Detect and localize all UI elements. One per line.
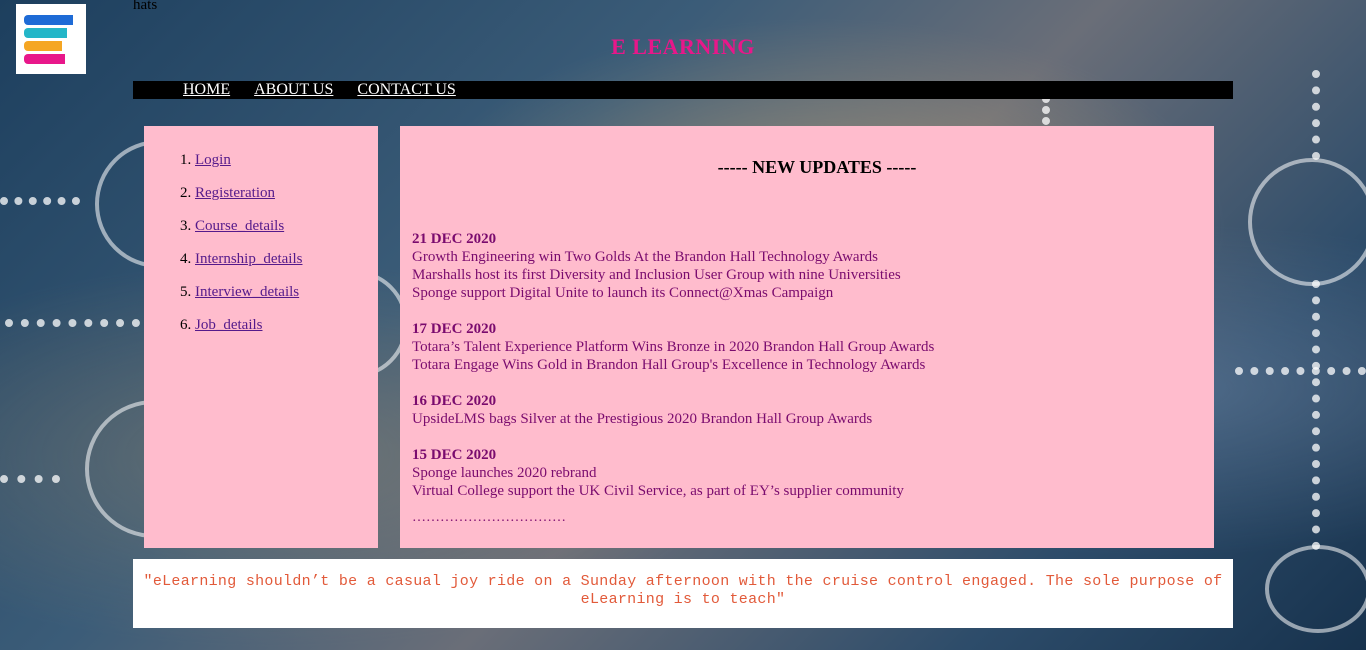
background-decoration	[1312, 280, 1320, 550]
course-details-link[interactable]: Course_details	[195, 218, 284, 234]
update-line: Totara Engage Wins Gold in Brandon Hall …	[412, 357, 926, 373]
sidebar-item: Registeration	[195, 185, 378, 202]
update-entry: 16 DEC 2020 UpsideLMS bags Silver at the…	[412, 392, 1214, 428]
site-title: E LEARNING	[611, 34, 755, 59]
updates-panel: ----- NEW UPDATES ----- 21 DEC 2020 Grow…	[400, 126, 1214, 548]
background-decoration	[0, 475, 60, 483]
login-link[interactable]: Login	[195, 152, 231, 168]
update-line: Sponge support Digital Unite to launch i…	[412, 285, 834, 301]
sidebar-item: Internship_details	[195, 251, 378, 268]
top-navbar: HOME ABOUT US CONTACT US	[133, 81, 1233, 99]
update-line: Totara’s Talent Experience Platform Wins…	[412, 339, 935, 355]
background-decoration	[1248, 158, 1366, 286]
background-decoration	[0, 197, 80, 205]
background-decoration	[1265, 545, 1366, 633]
sidebar-item: Interview_details	[195, 284, 378, 301]
update-date: 15 DEC 2020	[412, 447, 497, 463]
update-line: Growth Engineering win Two Golds At the …	[412, 249, 878, 265]
registration-link[interactable]: Registeration	[195, 185, 275, 201]
sidebar-item: Login	[195, 152, 378, 169]
background-decoration	[5, 319, 140, 327]
update-entry: 17 DEC 2020 Totara’s Talent Experience P…	[412, 320, 1214, 374]
sidebar-menu: Login Registeration Course_details Inter…	[144, 126, 378, 548]
nav-about-us-link[interactable]: ABOUT US	[254, 81, 333, 99]
logo-stripe	[24, 14, 73, 25]
interview-details-link[interactable]: Interview_details	[195, 284, 299, 300]
job-details-link[interactable]: Job_details	[195, 317, 263, 333]
update-date: 21 DEC 2020	[412, 231, 497, 247]
background-decoration	[1312, 70, 1320, 160]
more-updates-ellipsis: ……………………………	[412, 510, 566, 525]
nav-contact-us-link[interactable]: CONTACT US	[357, 81, 455, 99]
update-date: 16 DEC 2020	[412, 393, 497, 409]
quote-box: "eLearning shouldn’t be a casual joy rid…	[133, 559, 1233, 628]
background-decoration	[1235, 367, 1366, 375]
top-text: hats	[133, 0, 158, 13]
internship-details-link[interactable]: Internship_details	[195, 251, 302, 267]
background-decoration	[1042, 95, 1050, 125]
update-line: UpsideLMS bags Silver at the Prestigious…	[412, 411, 873, 427]
sidebar-item: Job_details	[195, 317, 378, 334]
nav-home-link[interactable]: HOME	[183, 81, 230, 99]
update-line: Sponge launches 2020 rebrand	[412, 465, 597, 481]
sidebar-item: Course_details	[195, 218, 378, 235]
sidebar-list: Login Registeration Course_details Inter…	[144, 152, 378, 334]
update-entry: 15 DEC 2020 Sponge launches 2020 rebrand…	[412, 446, 1214, 500]
updates-title: ----- NEW UPDATES -----	[717, 157, 917, 177]
update-entry: 21 DEC 2020 Growth Engineering win Two G…	[412, 230, 1214, 302]
update-line: Virtual College support the UK Civil Ser…	[412, 483, 904, 499]
update-line: Marshalls host its first Diversity and I…	[412, 267, 901, 283]
update-date: 17 DEC 2020	[412, 321, 497, 337]
